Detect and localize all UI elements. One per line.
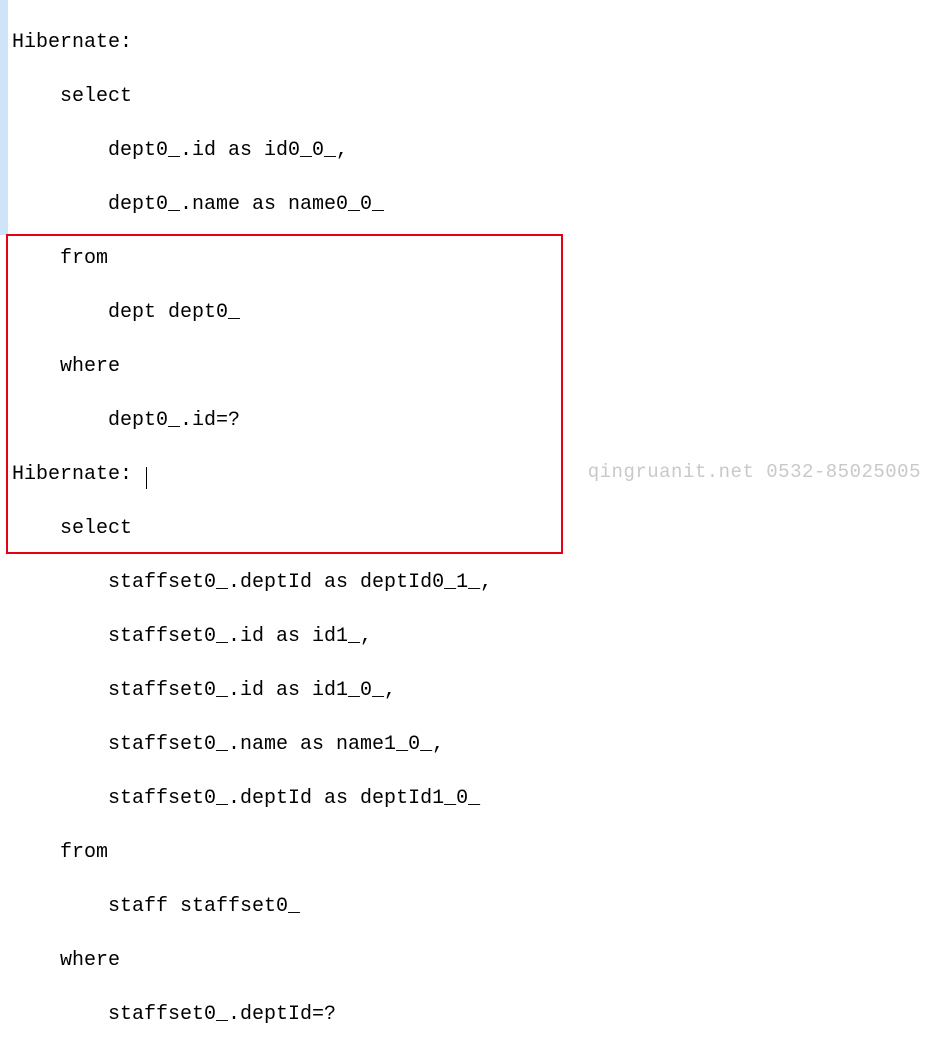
- code-line: from: [12, 839, 939, 866]
- code-line: select: [12, 83, 939, 110]
- watermark-text: qingruanit.net 0532-85025005: [588, 460, 921, 486]
- code-line: from: [12, 245, 939, 272]
- code-line: where: [12, 353, 939, 380]
- code-line: staffset0_.name as name1_0_,: [12, 731, 939, 758]
- code-line: staffset0_.deptId=?: [12, 1001, 939, 1028]
- code-block: Hibernate: select dept0_.id as id0_0_, d…: [0, 0, 939, 1055]
- code-line: staffset0_.deptId as deptId1_0_: [12, 785, 939, 812]
- code-line: dept dept0_: [12, 299, 939, 326]
- code-line: dept0_.id=?: [12, 407, 939, 434]
- code-line: dept0_.id as id0_0_,: [12, 137, 939, 164]
- code-line: Hibernate:: [12, 29, 939, 56]
- code-line: select: [12, 515, 939, 542]
- code-line: staff staffset0_: [12, 893, 939, 920]
- code-line: dept0_.name as name0_0_: [12, 191, 939, 218]
- code-line: staffset0_.id as id1_0_,: [12, 677, 939, 704]
- text-cursor: [146, 467, 147, 489]
- code-line: staffset0_.id as id1_,: [12, 623, 939, 650]
- code-line: staffset0_.deptId as deptId0_1_,: [12, 569, 939, 596]
- code-line: where: [12, 947, 939, 974]
- code-text: Hibernate:: [12, 463, 144, 486]
